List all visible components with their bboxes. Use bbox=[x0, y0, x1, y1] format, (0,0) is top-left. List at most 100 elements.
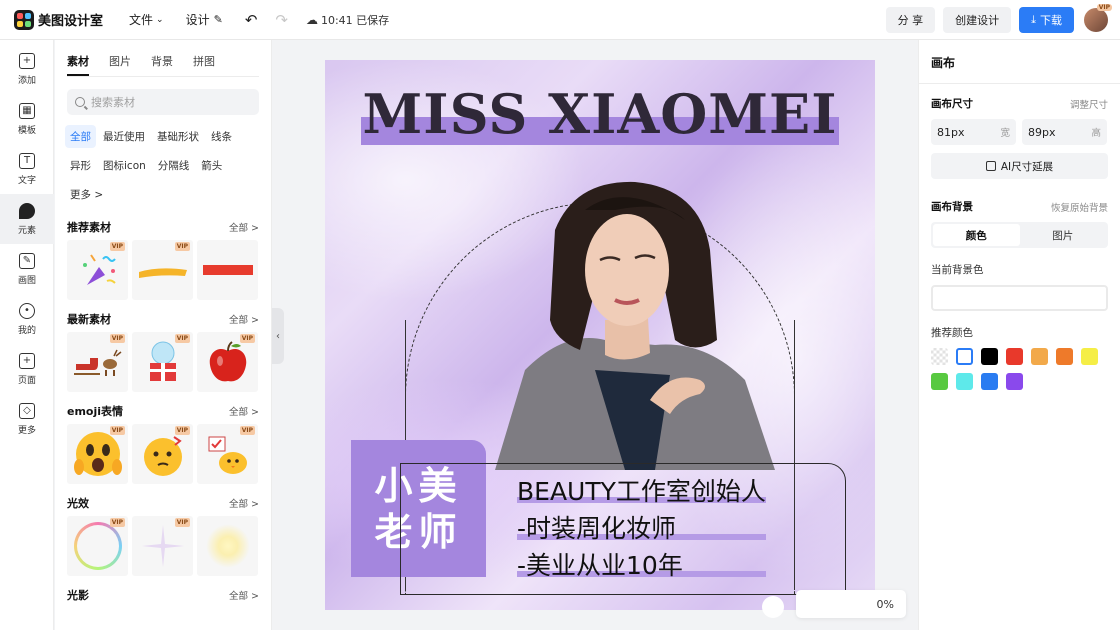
section-title: 推荐素材 bbox=[67, 221, 111, 234]
adjust-size-link[interactable]: 调整尺寸 bbox=[1070, 97, 1108, 111]
color-swatch[interactable] bbox=[1056, 348, 1073, 365]
thumb-row: VIP VIP VIP bbox=[55, 424, 271, 484]
asset-tabs: 素材 图片 背景 拼图 bbox=[55, 40, 271, 76]
thumb-row: VIP VIP bbox=[55, 240, 271, 300]
section-title: 最新素材 bbox=[67, 313, 111, 326]
asset-thumb-bubble[interactable]: VIP bbox=[67, 516, 128, 576]
portrait-photo[interactable] bbox=[455, 170, 785, 470]
canvas-title[interactable]: MISS XIAOMEI bbox=[325, 82, 875, 146]
width-input[interactable] bbox=[937, 125, 987, 139]
restore-bg-link[interactable]: 恢复原始背景 bbox=[1051, 200, 1108, 214]
rail-item-label: 元素 bbox=[17, 225, 36, 236]
design-menu[interactable]: 设计 ✎ bbox=[186, 11, 223, 28]
asset-thumb-sleigh[interactable]: VIP bbox=[67, 332, 128, 392]
width-field[interactable]: 宽 bbox=[931, 119, 1016, 145]
chip-recent[interactable]: 最近使用 bbox=[98, 125, 150, 148]
section-title: 光效 bbox=[67, 497, 89, 510]
redo-icon[interactable]: ↷ bbox=[275, 11, 288, 29]
info-text-block[interactable]: BEAUTY工作室创始人 -时装周化妆师 -美业从业10年 bbox=[517, 473, 766, 584]
chip-dividers[interactable]: 分隔线 bbox=[153, 154, 195, 177]
asset-thumb-snow-globe-gift[interactable]: VIP bbox=[132, 332, 193, 392]
asset-thumb-red-bar[interactable] bbox=[197, 240, 258, 300]
asset-thumb-emoji-scared[interactable]: VIP bbox=[67, 424, 128, 484]
ai-extend-button[interactable]: AI尺寸延展 bbox=[931, 153, 1108, 179]
height-input[interactable] bbox=[1028, 125, 1078, 139]
rail-item-page[interactable]: + 页面 bbox=[0, 344, 54, 394]
rail-item-more[interactable]: ◇ 更多 bbox=[0, 394, 54, 444]
rail-item-label: 文字 bbox=[17, 175, 36, 186]
download-button[interactable]: ⤓ 下载 bbox=[1019, 6, 1074, 33]
color-swatch[interactable] bbox=[981, 373, 998, 390]
color-swatch[interactable] bbox=[981, 348, 998, 365]
info-line-text: BEAUTY工作室创始人 bbox=[517, 477, 766, 506]
collapse-panel-handle[interactable]: ‹ bbox=[272, 308, 284, 364]
rail-item-elements[interactable]: 元素 bbox=[0, 194, 54, 244]
see-all-link[interactable]: 全部 > bbox=[229, 404, 259, 418]
file-menu[interactable]: 文件 ⌄ bbox=[129, 11, 164, 28]
asset-search[interactable] bbox=[67, 89, 259, 115]
tab-materials[interactable]: 素材 bbox=[67, 53, 89, 76]
bg-type-image[interactable]: 图片 bbox=[1020, 224, 1107, 246]
rail-item-text[interactable]: T 文字 bbox=[0, 144, 54, 194]
apple-icon bbox=[209, 341, 246, 382]
chip-arrows[interactable]: 箭头 bbox=[196, 154, 227, 177]
asset-thumb-yellow-brush[interactable]: VIP bbox=[132, 240, 193, 300]
tab-collage[interactable]: 拼图 bbox=[193, 53, 215, 76]
rail-item-mine[interactable]: • 我的 bbox=[0, 294, 54, 344]
avatar[interactable]: VIP bbox=[1084, 3, 1112, 32]
asset-thumb-sparkle[interactable]: VIP bbox=[132, 516, 193, 576]
asset-thumb-emoji-chick[interactable]: VIP bbox=[197, 424, 258, 484]
app-logo[interactable]: 美图设计室 bbox=[14, 9, 103, 30]
rail-item-template[interactable]: ▦ 模板 bbox=[0, 94, 54, 144]
see-all-link[interactable]: 全部 > bbox=[229, 496, 259, 510]
thinking-face-icon bbox=[143, 436, 182, 476]
info-line: -美业从业10年 bbox=[517, 547, 766, 584]
see-all-link[interactable]: 全部 > bbox=[229, 312, 259, 326]
chip-lines[interactable]: 线条 bbox=[206, 125, 237, 148]
rail-item-add[interactable]: + 添加 bbox=[0, 44, 54, 94]
color-swatch[interactable] bbox=[1006, 348, 1023, 365]
bg-type-color[interactable]: 颜色 bbox=[933, 224, 1020, 246]
asset-thumb-party-popper[interactable]: VIP bbox=[67, 240, 128, 300]
section-title: emoji表情 bbox=[67, 405, 124, 418]
download-icon: ⤓ bbox=[1031, 12, 1036, 26]
reindeer-sleigh-icon bbox=[73, 349, 121, 376]
search-input[interactable] bbox=[91, 95, 241, 109]
height-unit: 高 bbox=[1091, 128, 1101, 139]
rail-item-draw[interactable]: ✎ 画图 bbox=[0, 244, 54, 294]
asset-thumb-emoji-thinking[interactable]: VIP bbox=[132, 424, 193, 484]
zoom-control[interactable]: 0% bbox=[796, 590, 906, 618]
template-icon: ▦ bbox=[19, 102, 35, 119]
sparkle-icon bbox=[141, 525, 184, 567]
recommended-swatches bbox=[919, 348, 1109, 398]
color-swatch[interactable] bbox=[1031, 348, 1048, 365]
chip-basic-shapes[interactable]: 基础形状 bbox=[152, 125, 204, 148]
design-canvas[interactable]: MISS XIAOMEI 小美 老师 BEAUTY工作室创始人 -时装周化妆师 … bbox=[325, 60, 875, 610]
vip-badge: VIP bbox=[239, 426, 255, 435]
chip-irregular[interactable]: 异形 bbox=[65, 154, 96, 177]
tab-backgrounds[interactable]: 背景 bbox=[151, 53, 173, 76]
current-bg-swatch[interactable] bbox=[931, 285, 1108, 311]
asset-thumb-apple[interactable]: VIP bbox=[197, 332, 258, 392]
see-all-link[interactable]: 全部 > bbox=[229, 588, 259, 602]
cube-icon: ◇ bbox=[19, 402, 35, 419]
see-all-link[interactable]: 全部 > bbox=[229, 220, 259, 234]
help-button[interactable] bbox=[762, 596, 784, 618]
asset-thumb-glow[interactable] bbox=[197, 516, 258, 576]
create-design-button[interactable]: 创建设计 bbox=[943, 6, 1012, 33]
transparent-swatch[interactable] bbox=[931, 348, 948, 365]
download-label: 下载 bbox=[1040, 13, 1062, 27]
chip-icons[interactable]: 图标icon bbox=[98, 154, 151, 177]
section-light-shadow: 光影 全部 > bbox=[55, 584, 271, 606]
color-swatch[interactable] bbox=[1006, 373, 1023, 390]
color-swatch[interactable] bbox=[956, 373, 973, 390]
tab-images[interactable]: 图片 bbox=[109, 53, 131, 76]
chip-more[interactable]: 更多 > bbox=[65, 183, 108, 206]
height-field[interactable]: 高 bbox=[1022, 119, 1107, 145]
share-button[interactable]: 分 享 bbox=[885, 6, 936, 33]
color-swatch[interactable] bbox=[956, 348, 973, 365]
chip-all[interactable]: 全部 bbox=[65, 125, 96, 148]
color-swatch[interactable] bbox=[1081, 348, 1098, 365]
color-swatch[interactable] bbox=[931, 373, 948, 390]
undo-icon[interactable]: ↶ bbox=[245, 11, 258, 29]
